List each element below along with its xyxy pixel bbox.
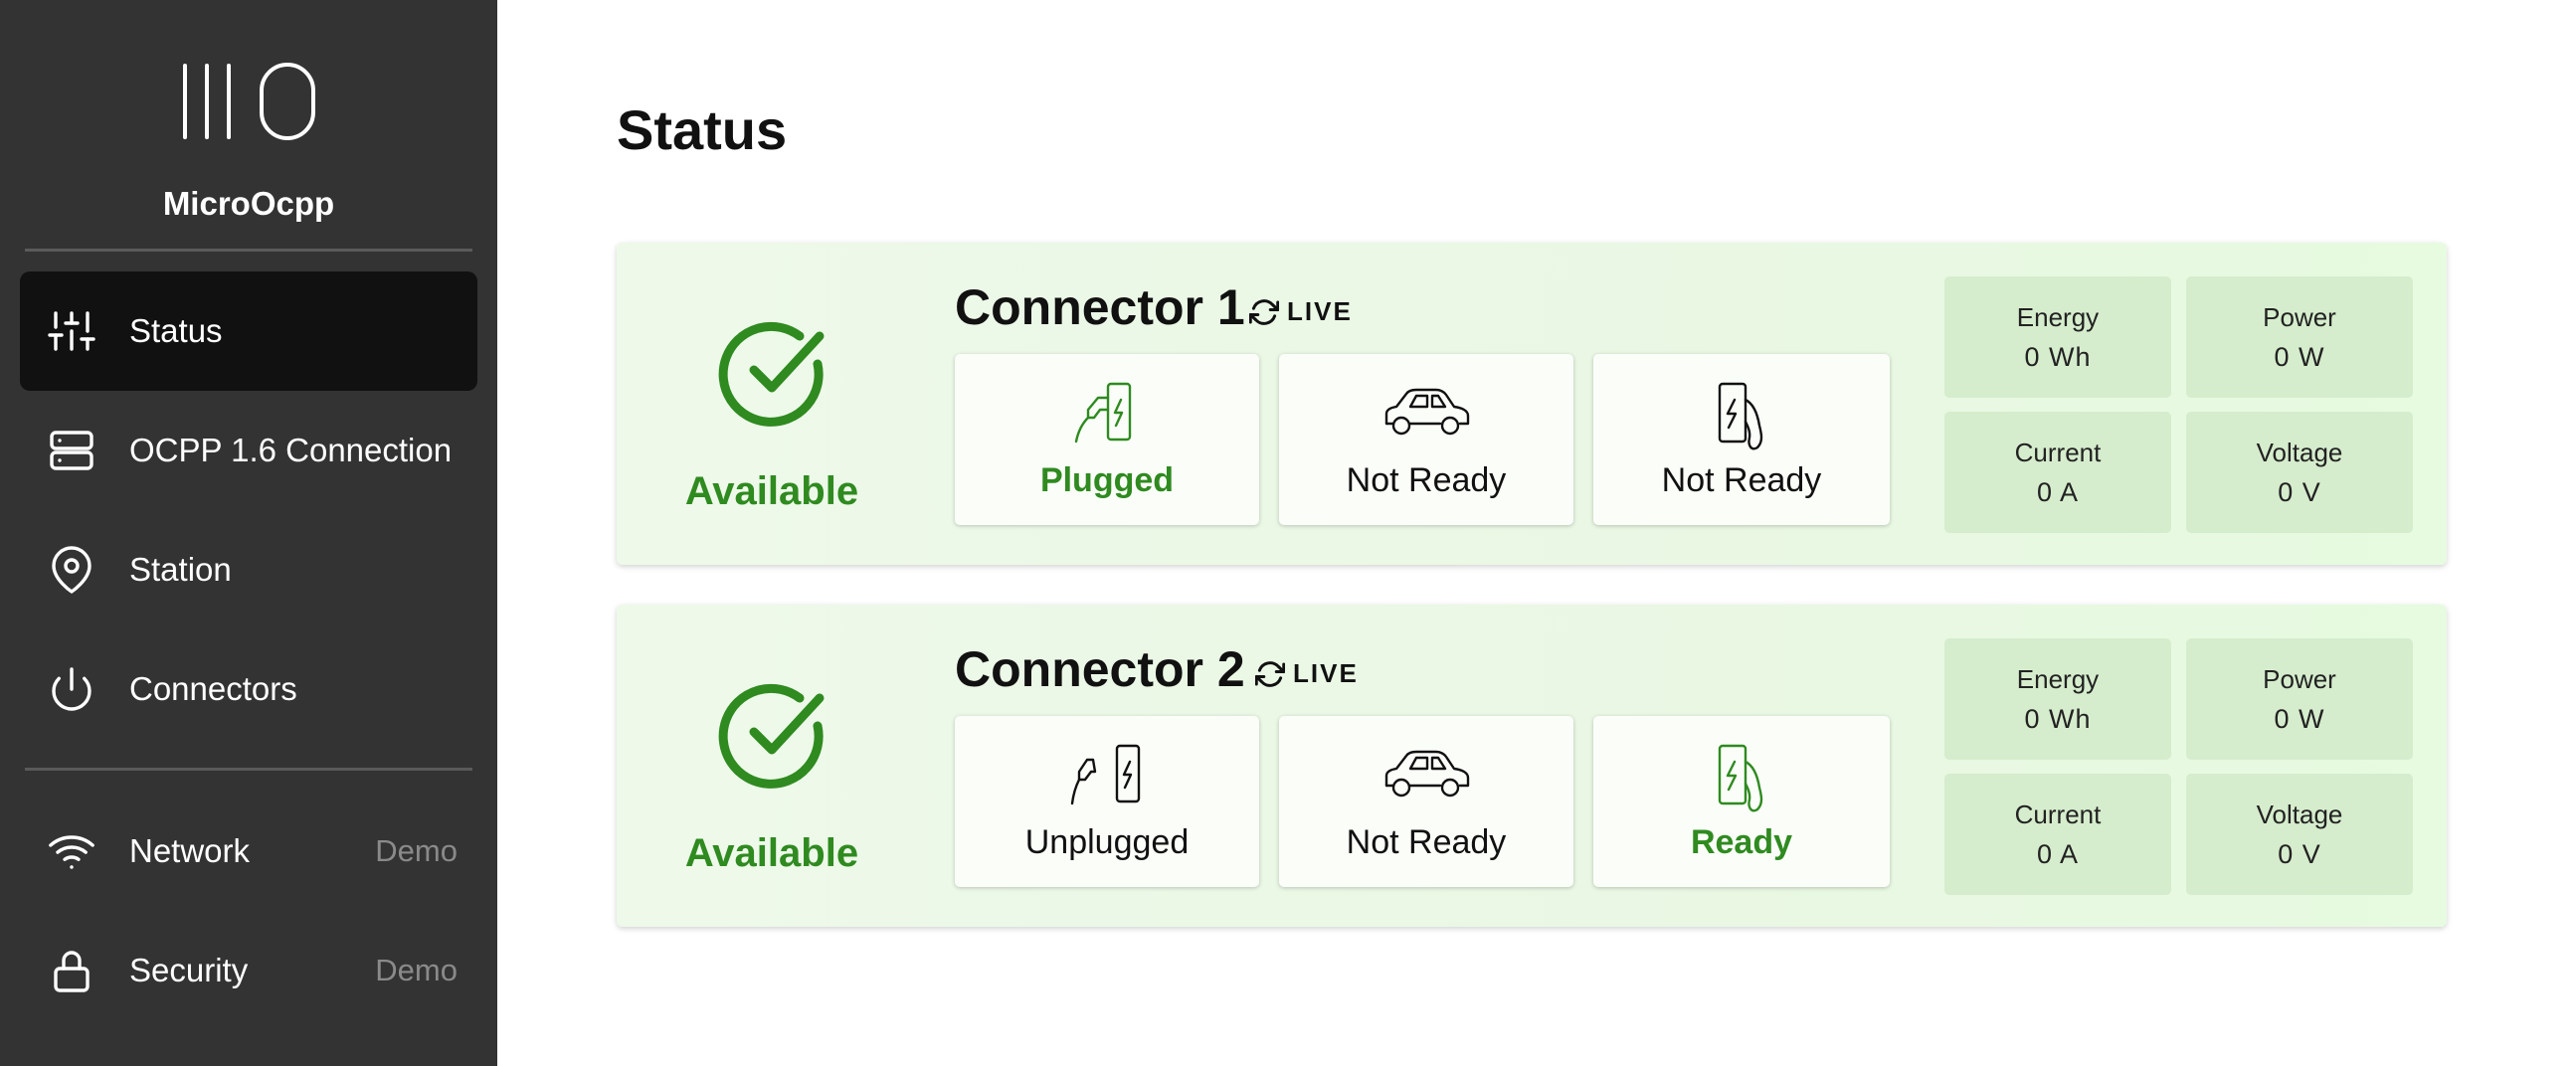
sidebar-item-label: Network [129,832,251,869]
metric-value: 0 V [2278,839,2321,869]
demo-badge: Demo [375,953,458,987]
live-label: LIVE [1293,658,1359,688]
tile-label: Not Ready [1346,461,1507,499]
charger-icon [1718,382,1763,450]
ev-state-tile: Not Ready [1279,716,1573,887]
refresh-icon [1249,298,1279,325]
lock-icon [54,951,90,992]
tile-label: Not Ready [1661,461,1822,499]
metric-value: 0 Wh [2024,342,2092,372]
server-icon [50,431,93,470]
metric-current: Current 0 A [1944,774,2171,895]
sidebar-item-network[interactable]: Network Demo [20,792,477,911]
metric-value: 0 V [2278,477,2321,507]
metric-value: 0 W [2274,342,2325,372]
live-label: LIVE [1287,296,1353,326]
brand-name: MicroOcpp [162,185,335,222]
plug-disconnected-icon [1070,744,1141,805]
map-pin-icon [52,546,92,594]
plug-state-tile: Unplugged [955,716,1259,887]
power-icon [52,667,92,711]
metric-name: Energy [2016,302,2100,332]
demo-badge: Demo [375,833,458,868]
sidebar: MicroOcpp Status OCPP 1.6 Connection Sta… [0,0,497,1066]
plug-state-tile: Plugged [955,354,1259,525]
sidebar-item-security[interactable]: Security Demo [20,911,477,1030]
sidebar-item-ocpp-connection[interactable]: OCPP 1.6 Connection [20,391,477,510]
charger-icon [1718,744,1763,812]
metric-value: 0 A [2036,477,2080,507]
connector-title: Connector 2 [955,641,1245,697]
metric-value: 0 A [2036,839,2080,869]
sidebar-item-connectors[interactable]: Connectors [20,629,477,749]
refresh-icon [1255,660,1285,687]
connector-title: Connector 1 [955,279,1245,335]
metric-name: Current [2014,800,2102,829]
sidebar-item-station[interactable]: Station [20,510,477,629]
connector-card: Available Connector 1 LIVE Plugged Not R… [617,243,2447,565]
sliders-icon [48,311,95,351]
metric-power: Power 0 W [2186,276,2413,398]
car-icon [1384,750,1470,798]
metric-name: Voltage [2256,800,2343,829]
microocpp-logo [183,63,315,140]
connector-card: Available Connector 2 LIVE Unplugged Not… [617,605,2447,927]
wifi-icon [49,835,94,869]
metric-voltage: Voltage 0 V [2186,412,2413,533]
car-icon [1384,388,1470,436]
connector-status: Available [684,469,859,513]
metric-current: Current 0 A [1944,412,2171,533]
metric-value: 0 W [2274,704,2325,734]
live-indicator[interactable]: LIVE [1255,658,1359,689]
ev-state-tile: Not Ready [1279,354,1573,525]
metric-energy: Energy 0 Wh [1944,276,2171,398]
check-circle-icon [718,321,825,427]
metric-name: Power [2263,302,2336,332]
metric-name: Voltage [2256,438,2343,467]
plug-connected-icon [1074,382,1132,444]
live-indicator[interactable]: LIVE [1249,296,1353,327]
sidebar-divider [25,768,472,771]
tile-label: Ready [1690,823,1793,861]
sidebar-item-label: Station [129,551,232,588]
metric-power: Power 0 W [2186,638,2413,760]
tile-label: Unplugged [1024,823,1190,861]
tile-label: Not Ready [1346,823,1507,861]
sidebar-item-label: Security [129,952,249,988]
sidebar-divider [25,249,472,252]
page-title: Status [617,98,788,161]
evse-state-tile: Ready [1593,716,1890,887]
metric-name: Energy [2016,664,2100,694]
metric-name: Power [2263,664,2336,694]
metric-voltage: Voltage 0 V [2186,774,2413,895]
tile-label: Plugged [1039,461,1175,499]
evse-state-tile: Not Ready [1593,354,1890,525]
sidebar-item-status[interactable]: Status [20,271,477,391]
metric-value: 0 Wh [2024,704,2092,734]
sidebar-item-label: OCPP 1.6 Connection [129,432,453,468]
sidebar-item-label: Connectors [129,670,297,707]
metric-name: Current [2014,438,2102,467]
check-circle-icon [718,683,825,789]
metric-energy: Energy 0 Wh [1944,638,2171,760]
sidebar-item-label: Status [129,312,223,349]
connector-status: Available [684,831,859,875]
